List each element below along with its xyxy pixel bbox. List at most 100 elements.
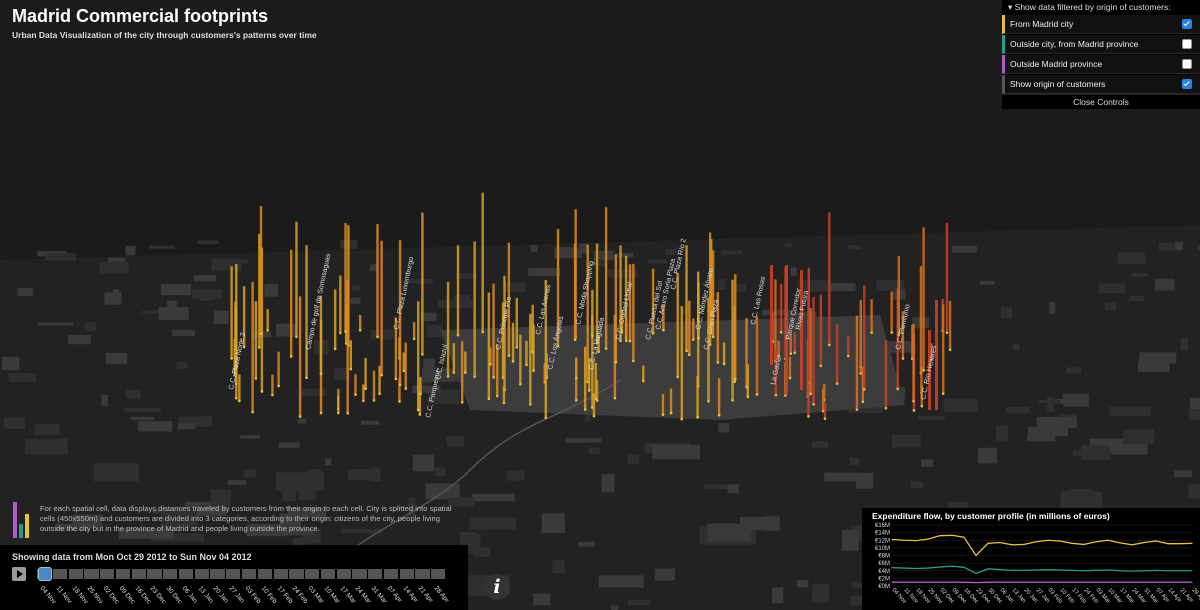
chart-point xyxy=(1035,569,1037,571)
traffic-spike xyxy=(573,243,577,340)
cell-dot xyxy=(319,372,323,376)
chart-point xyxy=(975,572,977,575)
traffic-spike xyxy=(632,263,635,361)
timeline-week-segment[interactable] xyxy=(194,569,209,579)
timeline-week-segment[interactable] xyxy=(242,569,257,579)
cell-dot xyxy=(733,380,736,384)
chart-point xyxy=(1071,569,1073,571)
timeline-week-segment[interactable] xyxy=(415,569,430,579)
close-controls-button[interactable]: Close Controls xyxy=(1002,94,1200,109)
timeline-slider-track[interactable] xyxy=(37,569,447,579)
map-block xyxy=(917,415,946,420)
filter-outside-province[interactable]: Outside Madrid province xyxy=(1002,55,1200,74)
filter-madrid-city[interactable]: From Madrid city xyxy=(1002,15,1200,34)
cell-dot xyxy=(525,363,528,367)
timeline-week-segment[interactable] xyxy=(352,569,367,579)
map-block xyxy=(369,264,378,271)
controls-heading[interactable]: ▾ Show data filtered by origin of custom… xyxy=(1002,0,1200,14)
toggle-origin-of-customers[interactable]: Show origin of customers xyxy=(1002,75,1200,94)
filter-madrid-city-checkbox[interactable] xyxy=(1182,19,1192,29)
map-block xyxy=(611,605,619,610)
filter-label: Outside Madrid province xyxy=(1010,59,1103,69)
chart-point xyxy=(927,538,929,540)
map-block xyxy=(1081,445,1111,460)
chart-y-tick-label: €14M xyxy=(875,531,890,537)
timeline-week-segment[interactable] xyxy=(289,569,304,579)
timeline-week-label: 21 Apr xyxy=(417,585,435,604)
chart-y-tick-label: €0M xyxy=(878,584,890,590)
cell-dot xyxy=(779,330,783,334)
map-block xyxy=(598,575,644,588)
cell-dot xyxy=(896,387,900,391)
chart-point xyxy=(951,534,953,536)
timeline-week-segment[interactable] xyxy=(368,569,383,579)
traffic-spike xyxy=(515,297,518,348)
traffic-spike xyxy=(828,212,831,345)
traffic-spike xyxy=(417,301,420,410)
map-block xyxy=(1180,337,1189,351)
timeline-week-segment[interactable] xyxy=(210,569,225,579)
traffic-spike xyxy=(259,206,263,334)
map-block xyxy=(125,389,141,399)
map-block xyxy=(1104,302,1117,311)
timeline-week-segment[interactable] xyxy=(336,569,351,579)
traffic-spike xyxy=(788,356,792,379)
cell-dot xyxy=(922,369,925,372)
chart-point xyxy=(1107,539,1109,541)
timeline-week-segment[interactable] xyxy=(305,569,320,579)
traffic-spike xyxy=(446,281,450,377)
map-block xyxy=(849,457,859,466)
info-icon[interactable]: i xyxy=(484,574,510,600)
timeline-week-segment[interactable] xyxy=(131,569,146,579)
timeline-week-segment[interactable] xyxy=(257,569,273,579)
map-block xyxy=(193,275,216,282)
timeline-week-segment[interactable] xyxy=(84,569,99,579)
cell-dot xyxy=(846,354,850,358)
chart-point xyxy=(999,569,1001,571)
timeline-slider-thumb[interactable] xyxy=(38,567,52,581)
cell-dot xyxy=(346,412,349,415)
timeline-week-segment[interactable] xyxy=(226,569,241,579)
chart-point xyxy=(987,581,989,583)
timeline-week-segment[interactable] xyxy=(68,569,83,579)
description-text: For each spatial cell, data displays dis… xyxy=(40,504,452,533)
timeline-week-segment[interactable] xyxy=(52,569,68,579)
traffic-spike xyxy=(755,316,759,395)
cell-dot xyxy=(230,357,233,360)
traffic-spike xyxy=(812,296,815,405)
map-block xyxy=(1049,301,1056,314)
timeline-week-segment[interactable] xyxy=(115,569,131,579)
cell-dot xyxy=(628,339,632,343)
cell-dot xyxy=(707,399,710,403)
play-button[interactable] xyxy=(12,567,26,581)
map-block xyxy=(264,283,279,297)
map-block xyxy=(112,289,120,301)
chart-point xyxy=(1023,581,1025,583)
cell-dot xyxy=(372,399,376,402)
map-block xyxy=(812,583,830,603)
timeline-week-segment[interactable] xyxy=(320,569,336,579)
map-block xyxy=(425,483,460,500)
traffic-spike xyxy=(354,374,357,395)
timeline-week-segment[interactable] xyxy=(100,569,115,579)
timeline-week-segment[interactable] xyxy=(383,569,399,579)
traffic-spike xyxy=(481,192,484,333)
chart-point xyxy=(975,581,977,584)
timeline-week-segment[interactable] xyxy=(399,569,414,579)
traffic-spike xyxy=(362,384,365,401)
traffic-spike xyxy=(847,336,850,357)
filter-madrid-province[interactable]: Outside city, from Madrid province xyxy=(1002,35,1200,54)
timeline-week-segment[interactable] xyxy=(163,569,178,579)
map-block xyxy=(1122,429,1155,445)
timeline-week-segment[interactable] xyxy=(273,569,288,579)
timeline-week-segment[interactable] xyxy=(147,569,162,579)
cell-dot xyxy=(495,394,499,398)
filter-madrid-province-checkbox[interactable] xyxy=(1182,39,1192,49)
traffic-spike xyxy=(290,249,293,357)
show-origin-checkbox[interactable] xyxy=(1182,79,1192,89)
timeline-week-segment[interactable] xyxy=(431,569,446,579)
timeline-week-segment[interactable] xyxy=(178,569,194,579)
map-block xyxy=(1174,241,1184,251)
filter-outside-province-checkbox[interactable] xyxy=(1182,59,1192,69)
page-subtitle: Urban Data Visualization of the city thr… xyxy=(12,30,317,40)
